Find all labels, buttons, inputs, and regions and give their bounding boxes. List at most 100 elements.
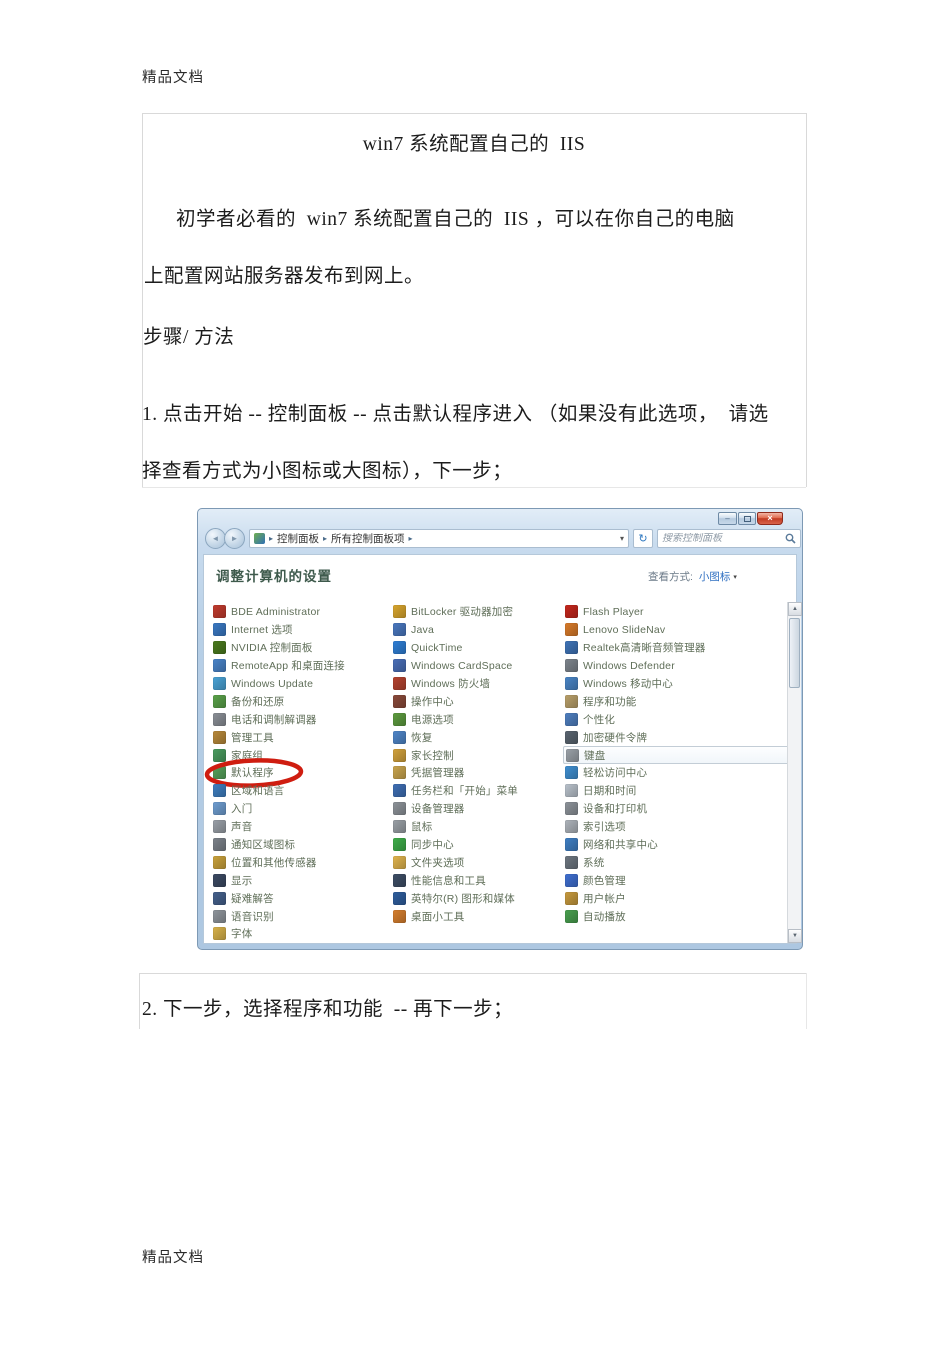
control-panel-item[interactable]: Windows CardSpace — [391, 657, 563, 675]
control-panel-item[interactable]: 凭据管理器 — [391, 764, 563, 782]
control-panel-item-label: 声音 — [231, 821, 253, 834]
step1-line-2: 择查看方式为小图标或大图标），下一步； — [142, 461, 513, 482]
control-panel-item[interactable]: 程序和功能 — [563, 692, 763, 710]
control-panel-item[interactable]: Internet 选项 — [211, 621, 387, 639]
section-heading: 步骤/ 方法 — [143, 327, 235, 348]
breadcrumb-segment-control-panel[interactable]: 控制面板 — [277, 531, 319, 546]
breadcrumb[interactable]: ▸ 控制面板 ▸ 所有控制面板项 ▸ ▾ — [249, 529, 629, 548]
control-panel-item[interactable]: 恢复 — [391, 728, 563, 746]
control-panel-item[interactable]: 管理工具 — [211, 728, 387, 746]
refresh-button[interactable]: ↻ — [633, 529, 653, 548]
control-panel-item[interactable]: 默认程序 — [204, 758, 387, 788]
doc-title: win7 系统配置自己的 IIS — [362, 134, 586, 155]
control-panel-item[interactable]: 日期和时间 — [563, 782, 763, 800]
scroll-down-button[interactable]: ▼ — [788, 929, 802, 943]
control-panel-item[interactable]: 索引选项 — [563, 818, 763, 836]
vertical-scrollbar[interactable]: ▲ ▼ — [787, 602, 802, 943]
control-panel-item-label: Lenovo SlideNav — [583, 623, 666, 636]
windows-update-icon — [213, 677, 226, 690]
control-panel-item[interactable]: 入门 — [211, 800, 387, 818]
control-panel-item[interactable]: 鼠标 — [391, 818, 563, 836]
control-panel-item[interactable]: 颜色管理 — [563, 871, 763, 889]
control-panel-item-label: 位置和其他传感器 — [231, 856, 317, 869]
control-panel-item[interactable]: 疑难解答 — [211, 889, 387, 907]
control-panel-item[interactable]: 电源选项 — [391, 710, 563, 728]
control-panel-item[interactable]: 桌面小工具 — [391, 907, 563, 925]
view-mode-value[interactable]: 小图标 ▾ — [699, 569, 737, 584]
control-panel-item-label: BDE Administrator — [231, 605, 321, 618]
minimize-button[interactable]: – — [718, 512, 737, 525]
control-panel-item[interactable]: Windows 移动中心 — [563, 675, 763, 693]
control-panel-item[interactable]: BitLocker 驱动器加密 — [391, 603, 563, 621]
nvidia-control-panel-icon — [213, 641, 226, 655]
control-panel-item[interactable]: 通知区域图标 — [211, 836, 387, 854]
control-panel-item-label: 网络和共享中心 — [583, 839, 658, 852]
control-panel-item[interactable]: 电话和调制解调器 — [211, 710, 387, 728]
control-panel-item[interactable]: QuickTime — [391, 639, 563, 657]
control-panel-item[interactable]: 设备管理器 — [391, 800, 563, 818]
control-panel-item[interactable]: 网络和共享中心 — [563, 836, 763, 854]
control-panel-item[interactable]: 轻松访问中心 — [563, 764, 763, 782]
windows-defender-icon — [565, 659, 578, 673]
control-panel-item[interactable]: NVIDIA 控制面板 — [211, 639, 387, 657]
control-panel-item[interactable]: Lenovo SlideNav — [563, 621, 763, 639]
control-panel-item[interactable]: 同步中心 — [391, 836, 563, 854]
control-panel-item-label: 轻松访问中心 — [583, 767, 648, 780]
breadcrumb-dropdown-icon[interactable]: ▾ — [620, 534, 624, 543]
control-panel-item[interactable]: 个性化 — [563, 710, 763, 728]
control-panel-item[interactable]: 设备和打印机 — [563, 800, 763, 818]
control-panel-icon — [254, 533, 265, 544]
breadcrumb-segment-all-items[interactable]: 所有控制面板项 — [331, 531, 405, 546]
scroll-up-button[interactable]: ▲ — [788, 602, 802, 616]
back-button[interactable]: ◄ — [205, 528, 226, 549]
control-panel-item[interactable]: 字体 — [211, 925, 387, 943]
search-box[interactable] — [657, 529, 801, 548]
control-panel-item[interactable]: 家长控制 — [391, 746, 563, 764]
control-panel-item[interactable]: 位置和其他传感器 — [211, 853, 387, 871]
control-panel-item[interactable]: 用户帐户 — [563, 889, 763, 907]
control-panel-item[interactable]: 区域和语言 — [211, 782, 387, 800]
region-language-icon — [213, 784, 226, 798]
control-panel-item[interactable]: 备份和还原 — [211, 692, 387, 710]
personalization-icon — [565, 712, 578, 726]
control-panel-item-label: 操作中心 — [411, 695, 454, 708]
control-panel-item[interactable]: 显示 — [211, 871, 387, 889]
control-panel-item[interactable]: 英特尔(R) 图形和媒体 — [391, 889, 563, 907]
default-programs-icon — [213, 766, 226, 780]
control-panel-item[interactable]: 语音识别 — [211, 907, 387, 925]
control-panel-item[interactable]: BDE Administrator — [211, 603, 387, 621]
control-panel-item-label: 疑难解答 — [231, 892, 274, 905]
control-panel-item[interactable]: 声音 — [211, 818, 387, 836]
control-panel-item-label: Windows Defender — [583, 659, 675, 672]
scroll-up-icon: ▲ — [792, 606, 798, 612]
control-panel-item[interactable]: 家庭组 — [211, 746, 387, 764]
control-panel-item[interactable]: Windows Defender — [563, 657, 763, 675]
control-panel-item[interactable]: RemoteApp 和桌面连接 — [211, 657, 387, 675]
sound-icon — [213, 820, 226, 834]
scrollbar-thumb[interactable] — [789, 618, 800, 688]
table-border — [142, 113, 806, 114]
system-icon — [565, 855, 578, 869]
control-panel-item[interactable]: Flash Player — [563, 603, 763, 621]
control-panel-item[interactable]: 文件夹选项 — [391, 853, 563, 871]
close-button[interactable]: × — [757, 512, 783, 525]
control-panel-item[interactable]: 键盘 — [563, 746, 789, 765]
control-panel-item[interactable]: 加密硬件令牌 — [563, 728, 763, 746]
troubleshooting-icon — [213, 891, 226, 905]
control-panel-item[interactable]: 任务栏和「开始」菜单 — [391, 782, 563, 800]
forward-button[interactable]: ► — [224, 528, 245, 549]
control-panel-item[interactable]: Windows Update — [211, 675, 387, 693]
search-input[interactable] — [662, 533, 785, 544]
maximize-button[interactable] — [738, 512, 756, 525]
control-panel-item-label: 区域和语言 — [231, 785, 285, 798]
control-panel-item[interactable]: 性能信息和工具 — [391, 871, 563, 889]
control-panel-item[interactable]: 自动播放 — [563, 907, 763, 925]
control-panel-item[interactable]: Windows 防火墙 — [391, 675, 563, 693]
control-panel-item-label: 设备和打印机 — [583, 803, 648, 816]
action-center-icon — [393, 694, 406, 708]
control-panel-item[interactable]: Java — [391, 621, 563, 639]
control-panel-item[interactable]: Realtek高清晰音频管理器 — [563, 639, 763, 657]
control-panel-item-label: 性能信息和工具 — [411, 874, 486, 887]
control-panel-item[interactable]: 系统 — [563, 853, 763, 871]
control-panel-item[interactable]: 操作中心 — [391, 692, 563, 710]
